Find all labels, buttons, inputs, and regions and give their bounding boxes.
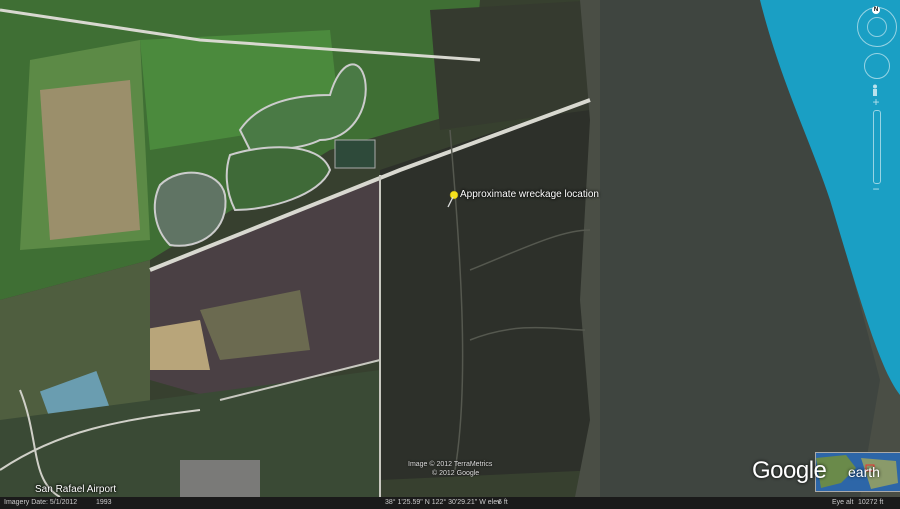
imagery-year: 1993 — [96, 499, 112, 506]
zoom-slider[interactable] — [873, 110, 881, 184]
copyright-line-1: Image © 2012 TerraMetrics — [408, 461, 493, 468]
map-view[interactable]: Approximate wreckage location San Rafael… — [0, 0, 900, 509]
imagery-copyright: Image © 2012 TerraMetrics © 2012 Google — [408, 460, 492, 478]
placemark-pin-icon[interactable] — [445, 190, 459, 208]
zoom-in-button[interactable]: + — [867, 95, 885, 109]
copyright-line-2: © 2012 Google — [432, 470, 480, 477]
cursor-elevation: 6 ft — [498, 499, 508, 506]
status-bar: Imagery Date: 5/1/2012 1993 38° 1'25.59"… — [0, 497, 900, 509]
placemark-label[interactable]: Approximate wreckage location — [460, 189, 599, 200]
compass-control[interactable]: N — [857, 6, 897, 47]
compass-ring-icon[interactable] — [867, 17, 887, 37]
logo-google-text: Google — [752, 457, 827, 484]
eye-alt-label: Eye alt — [832, 499, 854, 506]
logo-earth-text: earth — [848, 464, 880, 480]
north-indicator[interactable]: N — [872, 6, 880, 14]
cursor-coordinates: 38° 1'25.59" N 122° 30'29.21" W elev — [385, 499, 501, 506]
look-control[interactable] — [864, 53, 890, 79]
airport-label: San Rafael Airport — [35, 484, 117, 495]
zoom-out-button[interactable]: − — [867, 182, 885, 196]
imagery-date: Imagery Date: 5/1/2012 — [4, 499, 78, 506]
satellite-imagery[interactable] — [0, 0, 900, 497]
eye-alt-value: 10272 ft — [858, 499, 884, 506]
